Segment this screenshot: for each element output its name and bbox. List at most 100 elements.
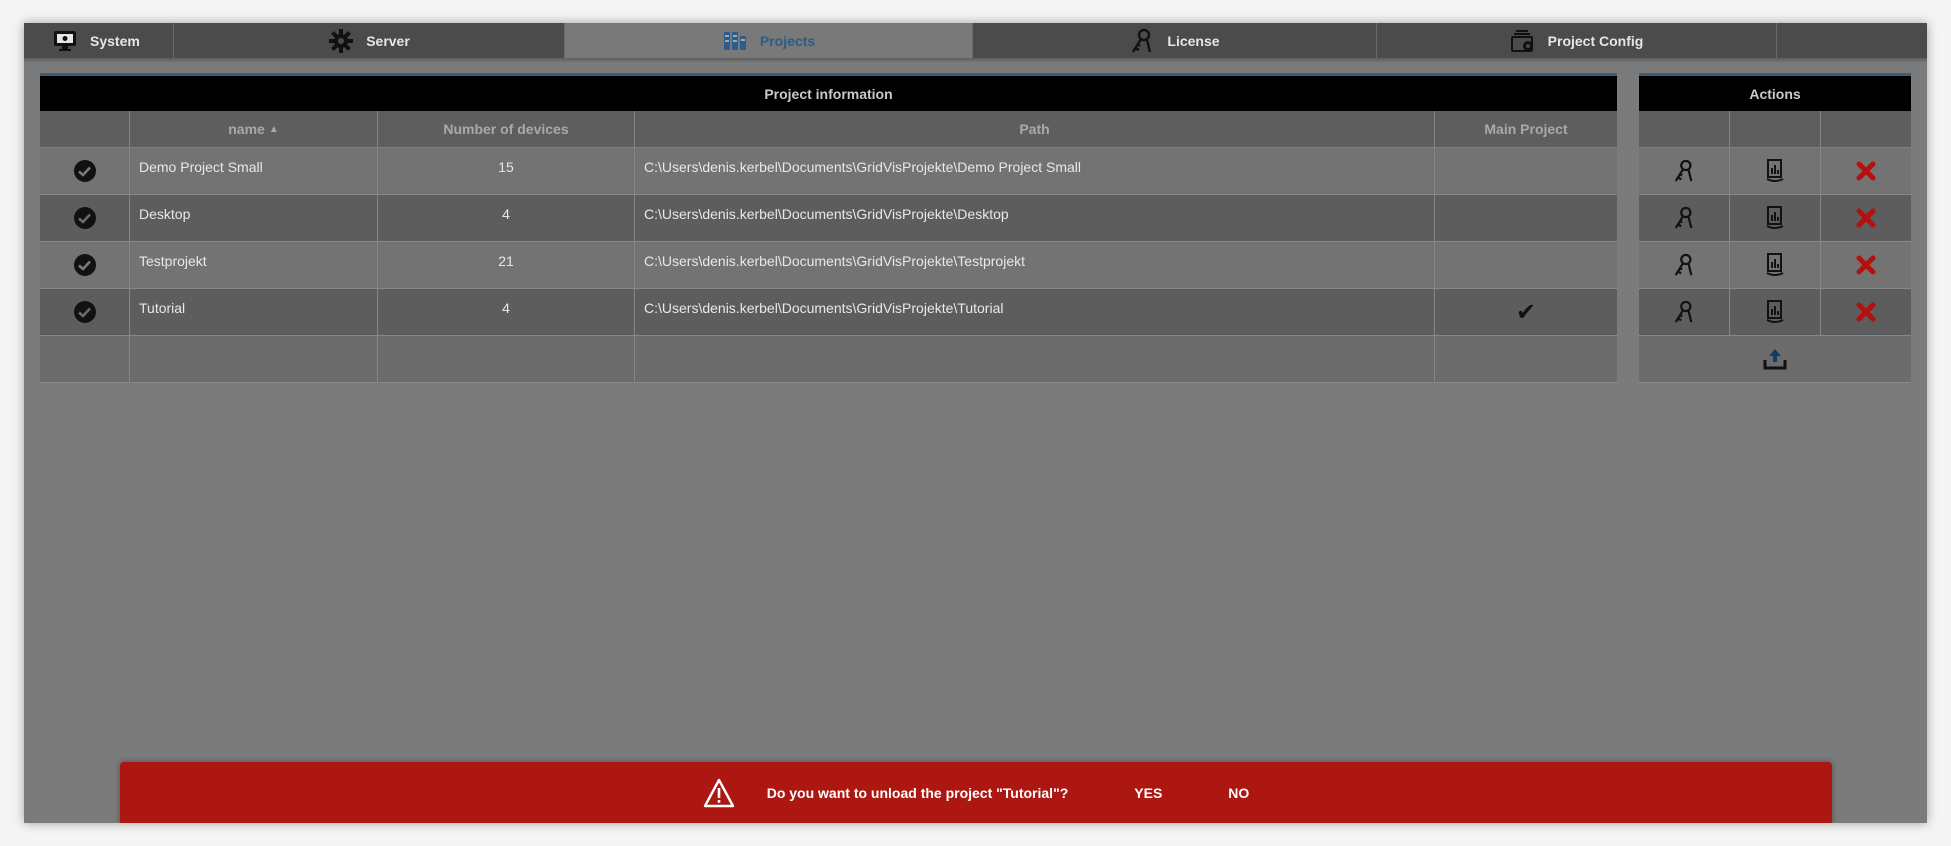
actions-header-cell — [1639, 111, 1730, 148]
unload-project-button[interactable] — [1821, 242, 1911, 289]
project-config-button[interactable] — [1730, 289, 1821, 336]
project-path-cell: C:\Users\denis.kerbel\Documents\GridVisP… — [635, 148, 1435, 195]
device-count-cell: 4 — [378, 289, 635, 336]
loaded-check-icon — [73, 207, 96, 229]
app-window: System Server Projects License Project C… — [24, 23, 1927, 823]
nav-shadow — [24, 58, 1927, 63]
table-footer-row — [40, 336, 1617, 383]
license-button[interactable] — [1639, 195, 1730, 242]
license-button[interactable] — [1639, 148, 1730, 195]
empty-cell — [1435, 336, 1617, 383]
empty-cell — [130, 336, 378, 383]
yes-button[interactable]: YES — [1134, 785, 1162, 801]
device-count-cell: 21 — [378, 242, 635, 289]
project-config-icon — [1510, 28, 1536, 54]
nav-tab-label: Server — [366, 32, 410, 49]
status-cell — [40, 289, 130, 336]
loaded-check-icon — [73, 160, 96, 182]
main-navbar: System Server Projects License Project C… — [24, 23, 1927, 58]
column-header-label: name — [228, 121, 265, 137]
column-header-name[interactable]: name ▲ — [130, 111, 378, 148]
nav-tab-server[interactable]: Server — [174, 23, 565, 58]
nav-tab-label: Projects — [759, 32, 816, 49]
device-count-cell: 4 — [378, 195, 635, 242]
delete-icon — [1856, 161, 1876, 181]
main-project-check-icon: ✔ — [1435, 289, 1617, 336]
actions-row — [1639, 289, 1911, 336]
license-button[interactable] — [1639, 289, 1730, 336]
actions-footer-row — [1639, 336, 1911, 383]
unload-project-button[interactable] — [1821, 195, 1911, 242]
project-config-button[interactable] — [1730, 148, 1821, 195]
project-table-title: Project information — [40, 73, 1617, 111]
column-header-devices[interactable]: Number of devices — [378, 111, 635, 148]
nav-tab-label: Project Config — [1547, 32, 1644, 49]
project-information-table: Project information name ▲ Number of dev… — [40, 73, 1617, 383]
table-row[interactable]: Tutorial 4 C:\Users\denis.kerbel\Documen… — [40, 289, 1617, 336]
actions-header-cell — [1730, 111, 1821, 148]
table-row[interactable]: Testprojekt 21 C:\Users\denis.kerbel\Doc… — [40, 242, 1617, 289]
project-path-cell: C:\Users\denis.kerbel\Documents\GridVisP… — [635, 195, 1435, 242]
license-key-icon — [1674, 206, 1693, 229]
delete-icon — [1856, 255, 1876, 275]
warning-icon — [703, 778, 735, 808]
main-project-cell — [1435, 242, 1617, 289]
table-row[interactable]: Desktop 4 C:\Users\denis.kerbel\Document… — [40, 195, 1617, 242]
project-name-cell: Testprojekt — [130, 242, 378, 289]
upload-icon — [1763, 349, 1787, 370]
sort-ascending-icon: ▲ — [268, 123, 279, 135]
actions-table-title: Actions — [1639, 73, 1911, 111]
column-header-status — [40, 111, 130, 148]
license-key-icon — [1674, 253, 1693, 276]
nav-tab-project-config[interactable]: Project Config — [1377, 23, 1777, 58]
projects-icon — [722, 28, 748, 54]
actions-header-cell — [1821, 111, 1911, 148]
loaded-check-icon — [73, 254, 96, 276]
actions-header-row — [1639, 111, 1911, 148]
actions-row — [1639, 242, 1911, 289]
unload-project-button[interactable] — [1821, 289, 1911, 336]
nav-tab-system[interactable]: System — [24, 23, 174, 58]
device-count-cell: 15 — [378, 148, 635, 195]
actions-row — [1639, 195, 1911, 242]
delete-icon — [1856, 208, 1876, 228]
project-config-button[interactable] — [1730, 242, 1821, 289]
column-header-path[interactable]: Path — [635, 111, 1435, 148]
table-header-row: name ▲ Number of devices Path Main Proje… — [40, 111, 1617, 148]
monitor-icon — [52, 28, 78, 54]
upload-project-button[interactable] — [1639, 336, 1911, 383]
project-name-cell: Desktop — [130, 195, 378, 242]
status-cell — [40, 195, 130, 242]
main-project-cell — [1435, 195, 1617, 242]
main-project-cell — [1435, 148, 1617, 195]
delete-icon — [1856, 302, 1876, 322]
project-config-icon — [1766, 206, 1784, 229]
empty-cell — [40, 336, 130, 383]
no-button[interactable]: NO — [1228, 785, 1249, 801]
nav-tab-license[interactable]: License — [973, 23, 1377, 58]
license-key-icon — [1674, 159, 1693, 182]
gear-icon — [328, 28, 354, 54]
nav-tab-projects[interactable]: Projects — [565, 23, 973, 58]
table-row[interactable]: Demo Project Small 15 C:\Users\denis.ker… — [40, 148, 1617, 195]
status-cell — [40, 148, 130, 195]
actions-row — [1639, 148, 1911, 195]
license-key-icon — [1129, 28, 1155, 54]
dialog-message: Do you want to unload the project "Tutor… — [766, 784, 1069, 801]
project-name-cell: Demo Project Small — [130, 148, 378, 195]
project-config-icon — [1766, 253, 1784, 276]
nav-tab-label: License — [1167, 32, 1220, 49]
nav-tab-label: System — [90, 32, 140, 49]
license-key-icon — [1674, 300, 1693, 323]
unload-project-button[interactable] — [1821, 148, 1911, 195]
status-cell — [40, 242, 130, 289]
project-config-button[interactable] — [1730, 195, 1821, 242]
project-name-cell: Tutorial — [130, 289, 378, 336]
unload-confirmation-bar: Do you want to unload the project "Tutor… — [120, 762, 1832, 823]
empty-cell — [635, 336, 1435, 383]
column-header-main-project[interactable]: Main Project — [1435, 111, 1617, 148]
project-path-cell: C:\Users\denis.kerbel\Documents\GridVisP… — [635, 242, 1435, 289]
project-config-icon — [1766, 300, 1784, 323]
license-button[interactable] — [1639, 242, 1730, 289]
